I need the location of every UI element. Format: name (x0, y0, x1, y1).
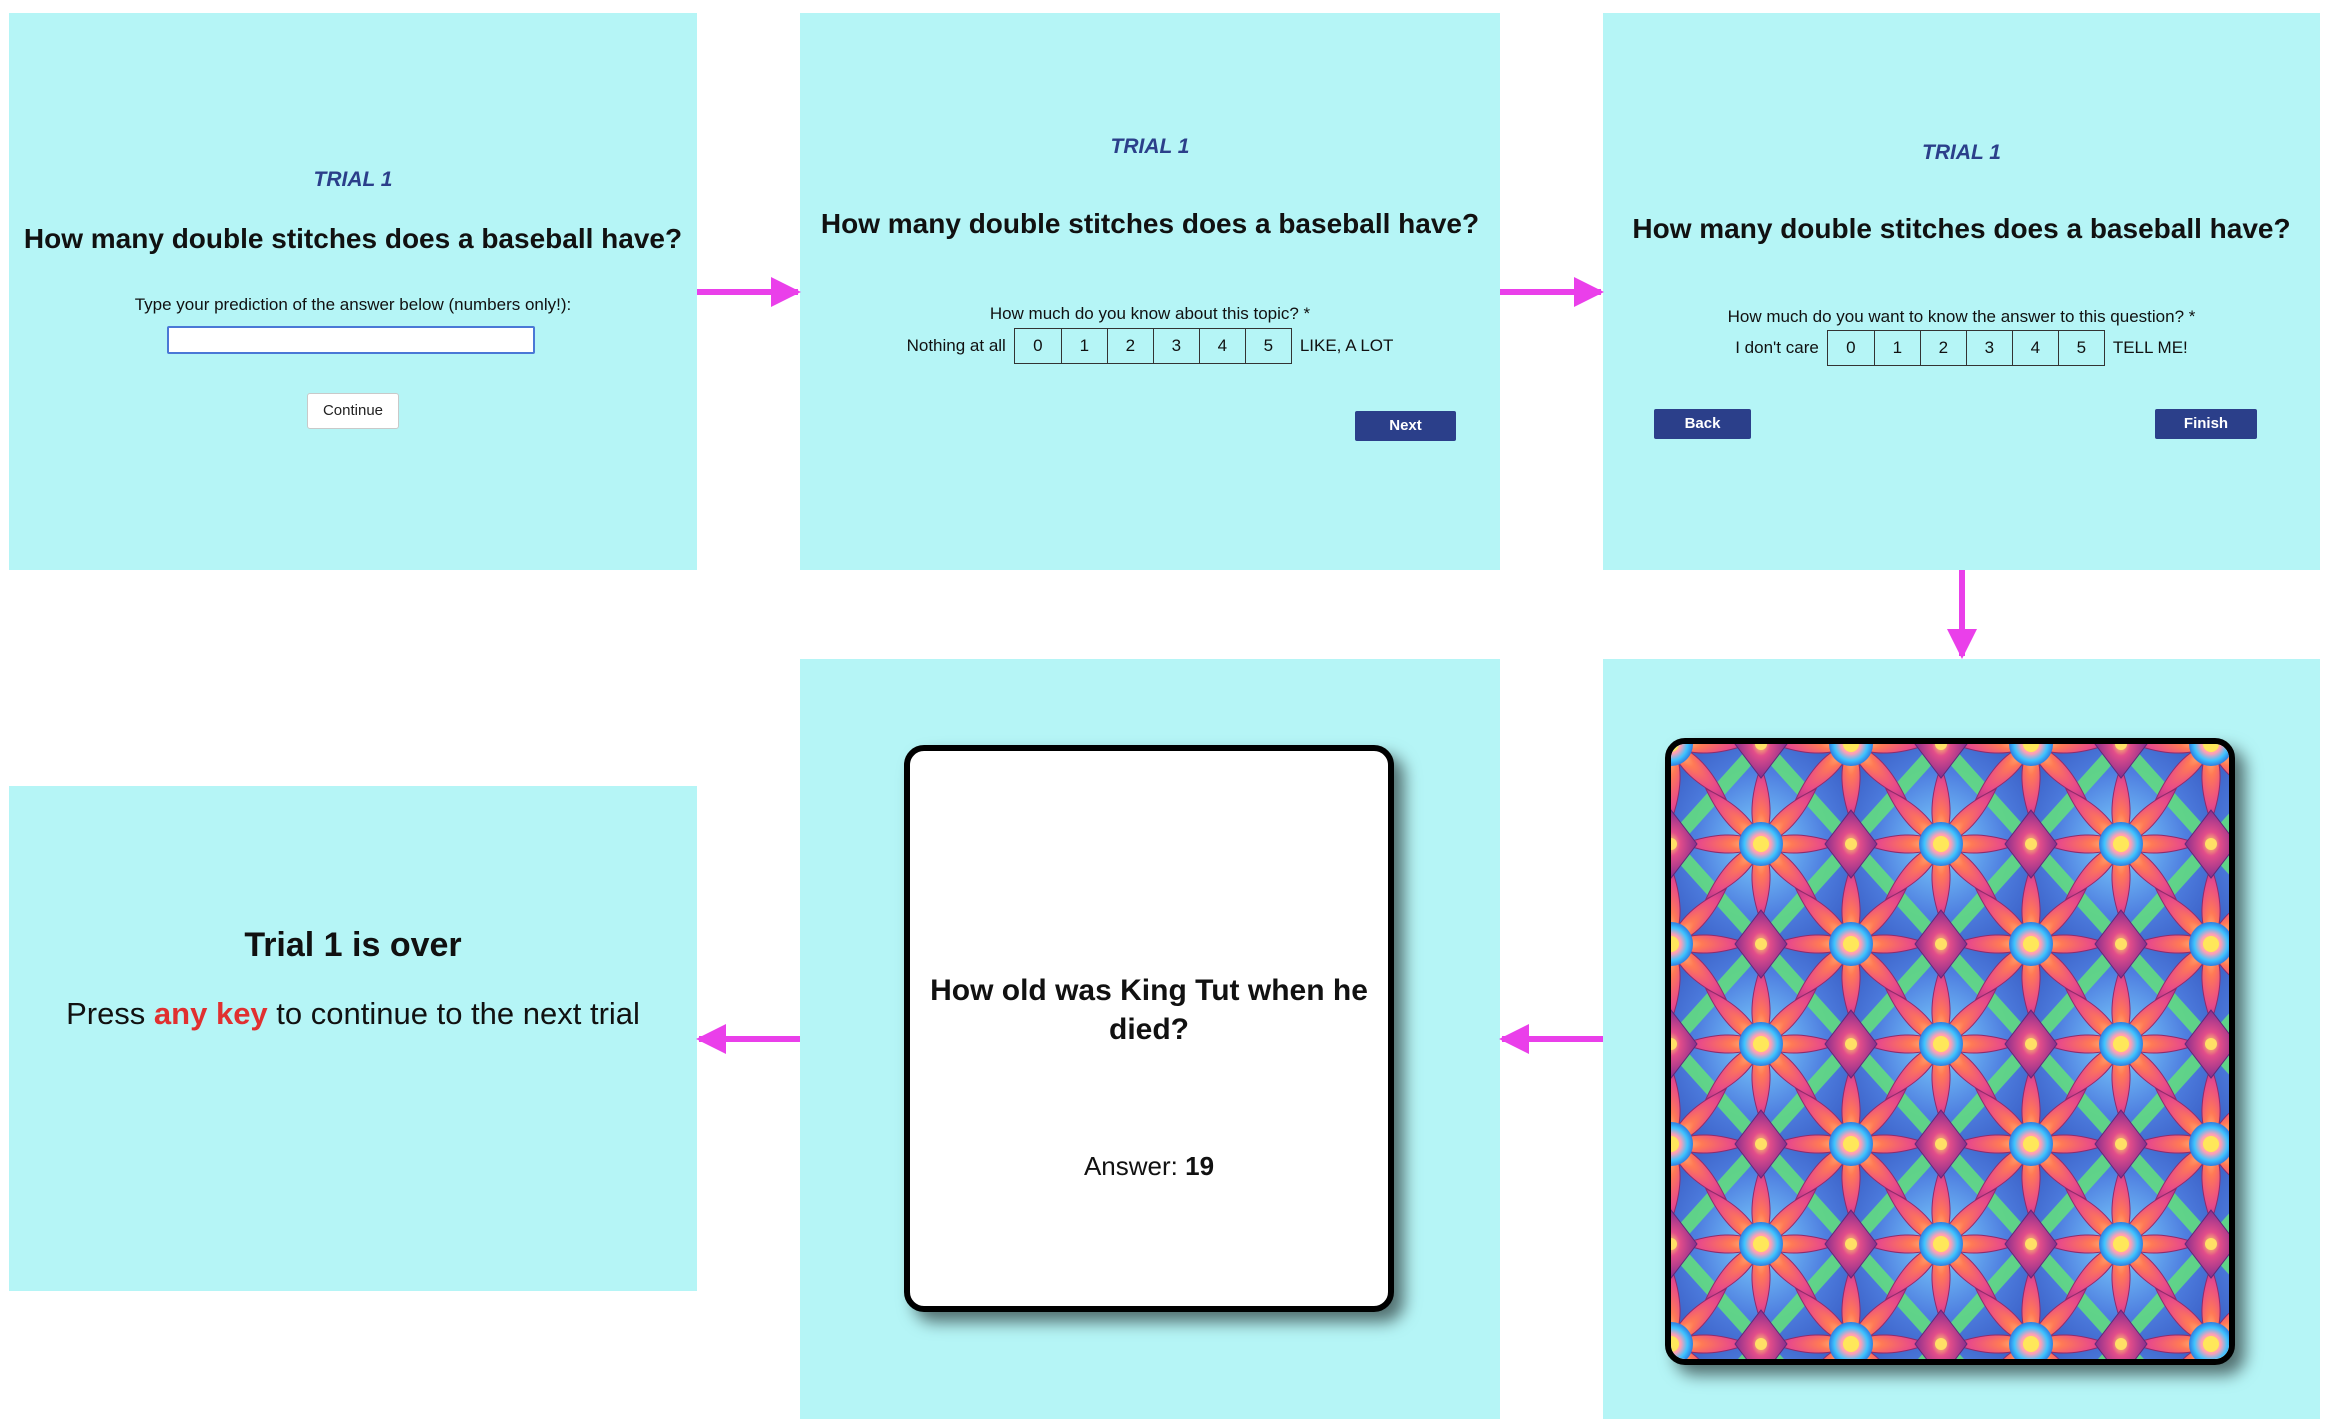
flow-arrows (696, 277, 1977, 1054)
